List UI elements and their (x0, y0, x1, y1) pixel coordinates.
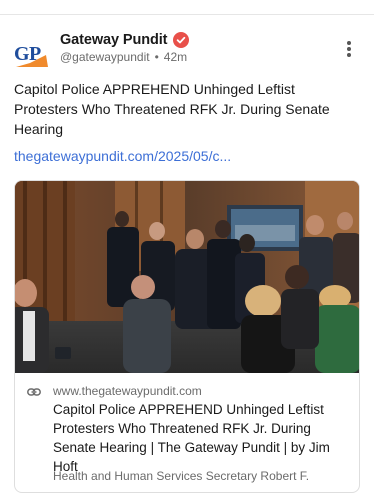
author-name-row: Gateway Pundit (60, 31, 190, 49)
author-handle-row: @gatewaypundit • 42m (60, 50, 187, 64)
more-options-icon[interactable] (342, 39, 356, 59)
card-image (15, 181, 359, 373)
meta-separator: • (154, 50, 159, 64)
card-description: Health and Human Services Secretary Robe… (53, 469, 310, 483)
card-domain: www.thegatewaypundit.com (53, 384, 202, 398)
card-title[interactable]: Capitol Police APPREHEND Unhinged Leftis… (53, 400, 353, 476)
avatar[interactable]: G P (14, 37, 48, 71)
post-timestamp[interactable]: 42m (164, 50, 187, 64)
card-meta: www.thegatewaypundit.com Capitol Police … (15, 373, 359, 492)
post-link[interactable]: thegatewaypundit.com/2025/05/c... (14, 148, 231, 164)
author-display-name[interactable]: Gateway Pundit (60, 32, 167, 48)
social-post: G P Gateway Pundit @gatewaypundit • 42m … (0, 14, 374, 500)
svg-text:G: G (14, 43, 30, 65)
gp-logo-icon: G P (14, 43, 48, 67)
post-text: Capitol Police APPREHEND Unhinged Leftis… (14, 81, 330, 137)
link-preview-card[interactable]: www.thegatewaypundit.com Capitol Police … (14, 180, 360, 493)
author-handle[interactable]: @gatewaypundit (60, 50, 150, 64)
link-icon (27, 385, 41, 399)
svg-text:P: P (29, 43, 41, 65)
verified-badge-icon (173, 32, 190, 48)
